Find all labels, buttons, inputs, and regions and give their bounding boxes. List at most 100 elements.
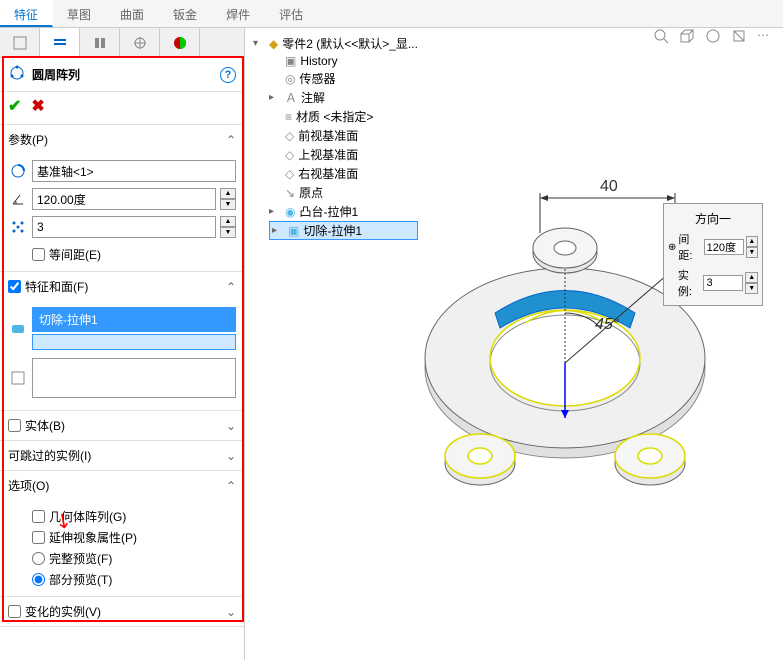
- bodies-enable-checkbox[interactable]: [8, 419, 21, 432]
- section-options[interactable]: 选项(O) ⌃: [0, 471, 244, 500]
- section-skip-label: 可跳过的实例(I): [8, 447, 91, 464]
- callout-spacing-input[interactable]: [704, 239, 744, 255]
- tree-label: 传感器: [299, 70, 335, 87]
- section-features[interactable]: 特征和面(F) ⌃: [0, 272, 244, 301]
- full-preview-radio[interactable]: [32, 552, 45, 565]
- pm-title: 圆周阵列: [32, 66, 220, 83]
- ribbon-tab-weldments[interactable]: 焊件: [212, 0, 265, 27]
- plane-icon: ◇: [285, 129, 294, 143]
- axis-input[interactable]: [32, 160, 236, 182]
- count-up[interactable]: ▲: [220, 216, 236, 227]
- annotation-icon: Ａ: [285, 89, 297, 106]
- tab-feature-tree[interactable]: [0, 28, 40, 58]
- ribbon-tab-features[interactable]: 特征: [0, 0, 53, 27]
- tree-label: 凸台-拉伸1: [299, 203, 358, 220]
- tree-material[interactable]: ≡ 材质 <未指定>: [269, 107, 418, 126]
- part-icon: ◆: [269, 37, 278, 51]
- chevron-down-icon: ⌄: [226, 605, 236, 619]
- section-bodies[interactable]: 实体(B)⌄: [0, 411, 244, 440]
- tree-label: History: [300, 54, 337, 68]
- display-style-icon[interactable]: [705, 28, 723, 46]
- ribbon-tab-sheetmetal[interactable]: 钣金: [159, 0, 212, 27]
- tree-label: 注解: [301, 89, 325, 106]
- plane-icon: ◇: [285, 148, 294, 162]
- count-down[interactable]: ▼: [220, 227, 236, 238]
- view-toolbar: ⋯: [653, 28, 775, 46]
- propagate-checkbox[interactable]: [32, 531, 45, 544]
- instances-input[interactable]: [32, 216, 216, 238]
- cancel-button[interactable]: ✖: [31, 96, 44, 116]
- tree-root[interactable]: ▾◆零件2 (默认<<默认>_显...: [253, 34, 418, 53]
- vary-enable-checkbox[interactable]: [8, 605, 21, 618]
- geometry-pattern-checkbox[interactable]: [32, 510, 45, 523]
- section-features-label: 特征和面(F): [25, 278, 88, 295]
- material-icon: ≡: [285, 110, 292, 124]
- axis-icon: [8, 161, 28, 181]
- tree-root-label: 零件2 (默认<<默认>_显...: [282, 35, 418, 52]
- equal-spacing-checkbox[interactable]: [32, 248, 45, 261]
- tree-top-plane[interactable]: ◇ 上视基准面: [269, 145, 418, 164]
- feature-select-icon: [8, 319, 28, 339]
- section-params[interactable]: 参数(P) ⌃: [0, 125, 244, 154]
- tab-property-manager[interactable]: [40, 28, 80, 58]
- sensor-icon: ◎: [285, 72, 295, 86]
- section-options-label: 选项(O): [8, 477, 49, 494]
- in-down[interactable]: ▼: [745, 283, 758, 294]
- origin-icon: ↘: [285, 186, 295, 200]
- tree-annotations[interactable]: ▸Ａ注解: [269, 88, 418, 107]
- section-params-label: 参数(P): [8, 131, 48, 148]
- direction-callout[interactable]: 方向一 ⊕间距:▲▼ 实例:▲▼: [663, 203, 763, 306]
- plane-icon: ◇: [285, 167, 294, 181]
- tree-history[interactable]: ▣ History: [269, 53, 418, 69]
- tree-label: 切除-拉伸1: [303, 222, 362, 239]
- dimension-45deg[interactable]: 45°: [595, 316, 619, 334]
- sp-up[interactable]: ▲: [746, 236, 758, 247]
- tree-label: 材质 <未指定>: [296, 108, 373, 125]
- features-enable-checkbox[interactable]: [8, 280, 21, 293]
- sp-down[interactable]: ▼: [746, 247, 758, 258]
- callout-instances-input[interactable]: [703, 275, 743, 291]
- ribbon-tab-evaluate[interactable]: 评估: [265, 0, 318, 27]
- angle-down[interactable]: ▼: [220, 199, 236, 210]
- circular-pattern-icon: [8, 64, 26, 85]
- equal-spacing-label: 等间距(E): [49, 246, 101, 263]
- ribbon-tab-sketch[interactable]: 草图: [53, 0, 106, 27]
- chevron-up-icon: ⌃: [226, 479, 236, 493]
- chevron-down-icon: ⌄: [226, 449, 236, 463]
- zoom-fit-icon[interactable]: [653, 28, 671, 46]
- tab-appearance[interactable]: [160, 28, 200, 58]
- partial-preview-label: 部分预览(T): [49, 571, 112, 588]
- dimension-40[interactable]: 40: [600, 178, 618, 196]
- chevron-up-icon: ⌃: [226, 280, 236, 294]
- tree-label: 上视基准面: [298, 146, 358, 163]
- pm-actions: ✔ ✖: [0, 92, 244, 125]
- section-vary[interactable]: 变化的实例(V)⌄: [0, 597, 244, 626]
- panel-tab-strip: [0, 28, 244, 58]
- help-icon[interactable]: ?: [220, 67, 236, 83]
- tree-label: 前视基准面: [298, 127, 358, 144]
- extrude-icon: ◉: [285, 205, 295, 219]
- angle-input[interactable]: [32, 188, 216, 210]
- tab-dimxpert[interactable]: [120, 28, 160, 58]
- view-orientation-icon[interactable]: [679, 28, 697, 46]
- ribbon-tab-surfaces[interactable]: 曲面: [106, 0, 159, 27]
- more-icon[interactable]: ⋯: [757, 28, 775, 46]
- in-up[interactable]: ▲: [745, 272, 758, 283]
- section-skip[interactable]: 可跳过的实例(I) ⌄: [0, 441, 244, 470]
- face-selection-list[interactable]: [32, 358, 236, 398]
- angle-icon: [8, 189, 28, 209]
- tree-front-plane[interactable]: ◇ 前视基准面: [269, 126, 418, 145]
- partial-preview-radio[interactable]: [32, 573, 45, 586]
- folder-icon: ▣: [285, 54, 296, 68]
- lock-icon[interactable]: ⊕: [668, 242, 676, 253]
- tree-label: 原点: [299, 184, 323, 201]
- geometry-pattern-label: 几何体阵列(G): [49, 508, 126, 525]
- graphics-viewport[interactable]: ⋯ ▾◆零件2 (默认<<默认>_显... ▣History ◎传感器 ▸Ａ注解…: [245, 28, 783, 660]
- chevron-up-icon: ⌃: [226, 133, 236, 147]
- tab-config[interactable]: [80, 28, 120, 58]
- tree-sensors[interactable]: ◎ 传感器: [269, 69, 418, 88]
- ok-button[interactable]: ✔: [8, 96, 21, 116]
- section-view-icon[interactable]: [731, 28, 749, 46]
- angle-up[interactable]: ▲: [220, 188, 236, 199]
- selected-feature[interactable]: 切除-拉伸1: [32, 307, 236, 332]
